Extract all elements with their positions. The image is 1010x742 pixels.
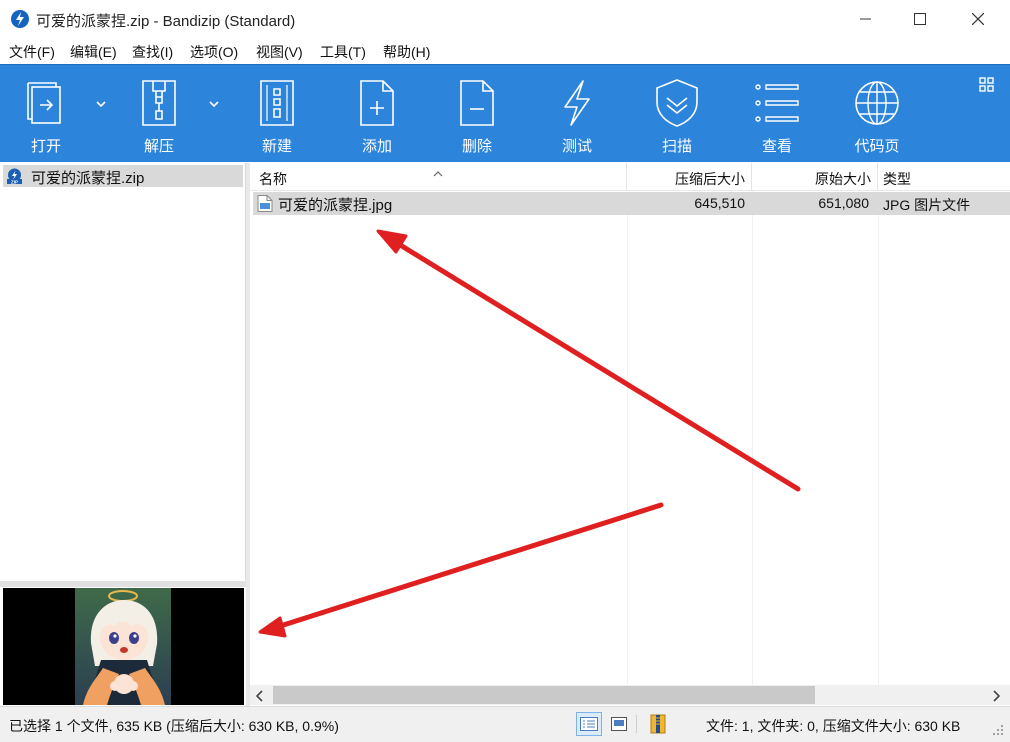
add-label: 添加 — [361, 138, 392, 155]
maximize-button[interactable] — [894, 0, 946, 38]
close-button[interactable] — [952, 0, 1004, 38]
list-view-icon — [752, 77, 802, 129]
title-bar: 可爱的派蒙捏.zip - Bandizip (Standard) — [0, 0, 1010, 38]
bandizip-app-icon — [11, 10, 29, 28]
archive-summary: 文件: 1, 文件夹: 0, 压缩文件大小: 630 KB — [706, 718, 961, 734]
sort-ascending-icon — [433, 164, 443, 180]
extract-label: 解压 — [143, 138, 174, 155]
menu-bar: 文件(F) 编辑(E) 查找(I) 选项(O) 视图(V) 工具(T) 帮助(H… — [0, 38, 1010, 64]
preview-splitter[interactable] — [0, 581, 246, 587]
menu-help[interactable]: 帮助(H) — [383, 42, 430, 62]
scroll-right-arrow-icon[interactable] — [992, 689, 1001, 705]
delete-label: 删除 — [461, 138, 492, 155]
thumbnail-view-button[interactable] — [606, 712, 632, 736]
details-view-button[interactable] — [576, 712, 602, 736]
scrollbar-thumb[interactable] — [273, 686, 815, 704]
layout-grid-icon[interactable] — [979, 77, 995, 96]
codepage-label: 代码页 — [854, 138, 900, 155]
thumbnail-view-icon — [611, 717, 627, 731]
column-divider — [627, 191, 628, 685]
menu-tools[interactable]: 工具(T) — [320, 42, 366, 62]
scan-button[interactable]: 扫描 — [637, 65, 717, 163]
menu-options[interactable]: 选项(O) — [190, 42, 238, 62]
column-header: 名称 压缩后大小 原始大小 类型 — [250, 163, 1010, 191]
tree-item-archive[interactable]: ZIP 可爱的派蒙捏.zip — [3, 165, 243, 187]
scroll-left-arrow-icon[interactable] — [255, 689, 264, 705]
codepage-button[interactable]: 代码页 — [837, 65, 917, 163]
file-list-pane: 名称 压缩后大小 原始大小 类型 可爱的派蒙捏.jpg 645,510 651,… — [250, 163, 1010, 706]
delete-file-icon — [452, 77, 502, 129]
test-button[interactable]: 测试 — [537, 65, 617, 163]
selection-status: 已选择 1 个文件, 635 KB (压缩后大小: 630 KB, 0.9%) — [9, 718, 339, 734]
extract-dropdown-chevron-icon[interactable] — [208, 95, 222, 109]
new-label: 新建 — [261, 138, 292, 155]
zip-folder-icon — [650, 714, 666, 734]
column-divider — [878, 191, 879, 685]
archive-info-button[interactable] — [645, 712, 671, 736]
extract-zip-icon — [134, 77, 184, 129]
menu-edit[interactable]: 编辑(E) — [70, 42, 117, 62]
column-type[interactable]: 类型 — [878, 163, 1010, 191]
column-divider — [752, 191, 753, 685]
tree-item-label: 可爱的派蒙捏.zip — [31, 170, 145, 187]
test-label: 测试 — [561, 138, 592, 155]
column-name-label: 名称 — [259, 171, 287, 187]
new-archive-icon — [252, 77, 302, 129]
window-title: 可爱的派蒙捏.zip - Bandizip (Standard) — [36, 13, 296, 30]
menu-view[interactable]: 视图(V) — [256, 42, 303, 62]
column-packed-size[interactable]: 压缩后大小 — [627, 163, 752, 191]
image-preview — [3, 588, 244, 705]
jpg-file-icon — [257, 195, 273, 215]
lightning-icon — [552, 77, 602, 129]
scan-label: 扫描 — [661, 138, 692, 155]
file-name: 可爱的派蒙捏.jpg — [278, 197, 393, 214]
open-icon — [21, 77, 71, 129]
folder-tree-pane: ZIP 可爱的派蒙捏.zip — [0, 163, 246, 581]
file-packed-size: 645,510 — [694, 195, 745, 211]
menu-find[interactable]: 查找(I) — [132, 42, 173, 62]
new-button[interactable]: 新建 — [237, 65, 317, 163]
delete-button[interactable]: 删除 — [437, 65, 517, 163]
horizontal-scrollbar[interactable] — [250, 685, 1010, 705]
file-type: JPG 图片文件 — [883, 197, 971, 213]
svg-text:ZIP: ZIP — [11, 179, 18, 184]
add-button[interactable]: 添加 — [337, 65, 417, 163]
status-bar: 已选择 1 个文件, 635 KB (压缩后大小: 630 KB, 0.9%) … — [0, 706, 1010, 742]
column-original-size[interactable]: 原始大小 — [752, 163, 878, 191]
resize-grip-icon[interactable] — [992, 723, 1004, 739]
open-label: 打开 — [30, 138, 61, 155]
table-row[interactable]: 可爱的派蒙捏.jpg 645,510 651,080 JPG 图片文件 — [253, 192, 1010, 215]
extract-button[interactable]: 解压 — [119, 65, 199, 163]
add-file-icon — [352, 77, 402, 129]
file-original-size: 651,080 — [818, 195, 869, 211]
details-view-icon — [580, 717, 598, 731]
globe-icon — [852, 77, 902, 129]
open-dropdown-chevron-icon[interactable] — [95, 95, 109, 109]
menu-file[interactable]: 文件(F) — [9, 42, 55, 62]
minimize-button[interactable] — [840, 0, 892, 38]
open-button[interactable]: 打开 — [6, 65, 86, 163]
status-separator — [636, 715, 637, 733]
view-label: 查看 — [761, 138, 792, 155]
view-button[interactable]: 查看 — [737, 65, 817, 163]
column-name[interactable]: 名称 — [250, 163, 627, 191]
toolbar: 打开 解压 新建 添加 删除 测试 扫描 查看 代码页 — [0, 64, 1010, 162]
zip-archive-icon: ZIP — [6, 168, 23, 185]
shield-icon — [652, 77, 702, 129]
preview-thumbnail-image — [3, 588, 244, 705]
